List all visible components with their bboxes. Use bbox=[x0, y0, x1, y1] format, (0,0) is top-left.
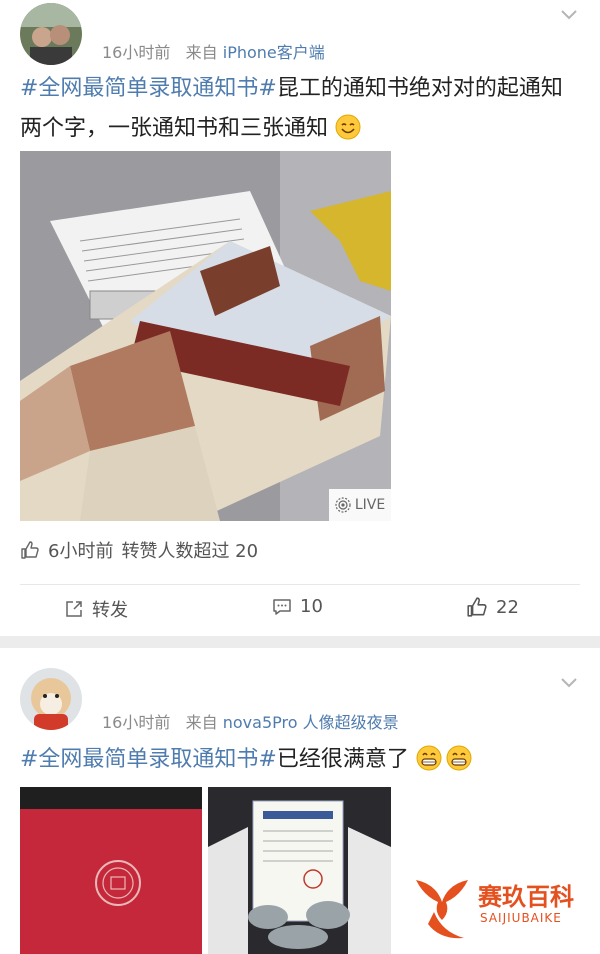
comment-count: 10 bbox=[300, 596, 323, 617]
avatar[interactable] bbox=[20, 3, 82, 65]
avatar[interactable] bbox=[20, 668, 82, 730]
divider bbox=[20, 584, 580, 585]
chevron-down-icon[interactable] bbox=[560, 8, 578, 20]
post-time: 16小时前 bbox=[102, 43, 171, 62]
chevron-down-icon[interactable] bbox=[560, 676, 578, 688]
watermark-name-en: SAIJIUBAIKE bbox=[480, 911, 562, 925]
repost-button[interactable]: 转发 bbox=[64, 596, 128, 622]
live-label: LIVE bbox=[354, 497, 386, 513]
post-photo[interactable]: LIVE bbox=[20, 151, 391, 521]
hashtag-link[interactable]: #全网最简单录取通知书# bbox=[20, 747, 277, 772]
hashtag-link[interactable]: #全网最简单录取通知书# bbox=[20, 76, 277, 101]
live-badge[interactable]: LIVE bbox=[329, 489, 391, 521]
grin-emoji bbox=[446, 745, 472, 771]
like-button[interactable]: 22 bbox=[466, 596, 519, 618]
likes-time: 6小时前 bbox=[48, 541, 114, 562]
like-count: 22 bbox=[496, 596, 519, 618]
grin-emoji bbox=[416, 745, 442, 771]
post-text: #全网最简单录取通知书#已经很满意了 bbox=[20, 740, 580, 780]
post-time: 16小时前 bbox=[102, 713, 171, 732]
comment-button[interactable]: 10 bbox=[272, 596, 323, 617]
post-card: 16小时前 来自 iPhone客户端 #全网最简单录取通知书#昆工的通知书绝对对… bbox=[0, 0, 600, 636]
post-source[interactable]: iPhone客户端 bbox=[223, 43, 325, 62]
likes-text: 转赞人数超过 20 bbox=[121, 541, 259, 562]
source-prefix: 来自 bbox=[185, 713, 218, 732]
thumb-up-icon bbox=[21, 541, 39, 559]
repost-icon bbox=[66, 601, 82, 617]
post-photo[interactable] bbox=[20, 787, 202, 954]
post-meta: 16小时前 来自 nova5Pro 人像超级夜景 bbox=[102, 709, 399, 733]
comment-icon bbox=[273, 598, 291, 615]
repost-label: 转发 bbox=[92, 600, 128, 621]
post-text: #全网最简单录取通知书#昆工的通知书绝对对的起通知两个字，一张通知书和三张通知 bbox=[20, 69, 580, 149]
post-body: 已经很满意了 bbox=[276, 747, 409, 772]
live-icon bbox=[335, 497, 351, 513]
post-meta: 16小时前 来自 iPhone客户端 bbox=[102, 39, 325, 63]
smile-emoji bbox=[335, 114, 361, 140]
post-source[interactable]: nova5Pro 人像超级夜景 bbox=[223, 713, 399, 732]
watermark-name: 赛玖百科 bbox=[478, 883, 574, 911]
like-icon bbox=[467, 597, 487, 617]
post-photo[interactable] bbox=[208, 787, 391, 954]
likes-summary[interactable]: 6小时前 转赞人数超过 20 bbox=[20, 537, 258, 563]
source-prefix: 来自 bbox=[185, 43, 218, 62]
